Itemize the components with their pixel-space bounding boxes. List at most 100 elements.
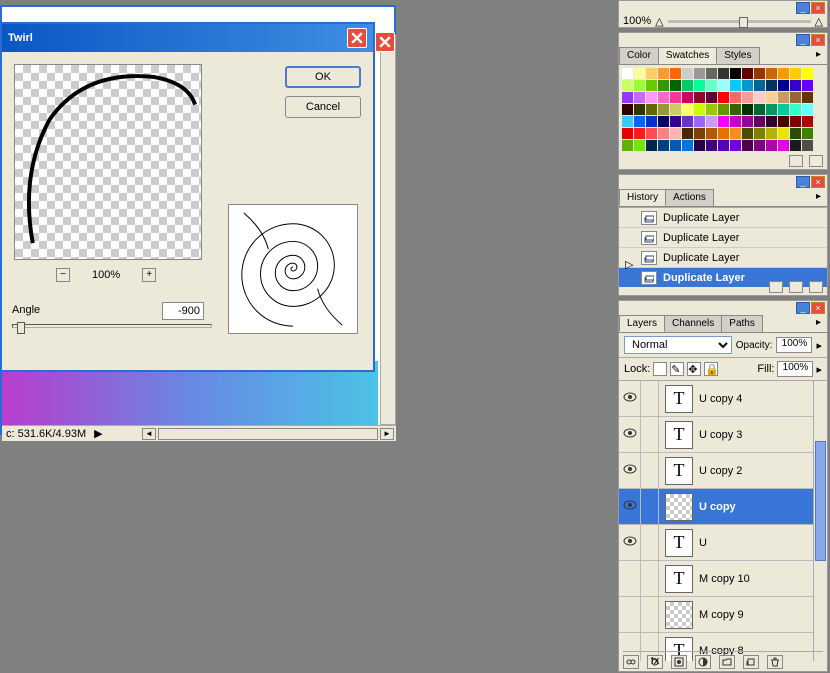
swatch[interactable] [694, 92, 705, 103]
fill-arrow-icon[interactable]: ▸ [816, 363, 822, 376]
swatch[interactable] [718, 128, 729, 139]
swatch[interactable] [730, 80, 741, 91]
swatch[interactable] [802, 128, 813, 139]
swatch[interactable] [754, 140, 765, 151]
zoom-out-button[interactable]: − [56, 268, 70, 282]
swatch[interactable] [658, 140, 669, 151]
swatch[interactable] [670, 92, 681, 103]
swatch[interactable] [730, 116, 741, 127]
swatch[interactable] [730, 104, 741, 115]
swatch[interactable] [634, 116, 645, 127]
swatch[interactable] [622, 68, 633, 79]
angle-input[interactable] [162, 302, 204, 320]
swatch[interactable] [754, 104, 765, 115]
swatch[interactable] [778, 140, 789, 151]
layer-item[interactable]: TU copy 3 [619, 417, 827, 453]
link-column[interactable] [641, 381, 659, 416]
swatch[interactable] [766, 116, 777, 127]
swatch[interactable] [646, 92, 657, 103]
swatch[interactable] [766, 68, 777, 79]
new-document-button[interactable] [789, 281, 803, 293]
link-column[interactable] [641, 417, 659, 452]
swatch[interactable] [694, 80, 705, 91]
scroll-track[interactable] [158, 428, 378, 440]
swatch[interactable] [634, 80, 645, 91]
lock-position-button[interactable]: ✥ [687, 362, 701, 376]
swatch[interactable] [706, 80, 717, 91]
layer-item[interactable]: M copy 9 [619, 597, 827, 633]
swatch[interactable] [802, 68, 813, 79]
tab-history[interactable]: History [619, 189, 666, 206]
blend-mode-select[interactable]: Normal [624, 336, 732, 354]
dialog-close-button[interactable] [347, 28, 367, 48]
swatch[interactable] [778, 104, 789, 115]
swatch[interactable] [802, 140, 813, 151]
panel-minimize-button[interactable]: _ [796, 302, 810, 314]
swatch[interactable] [790, 80, 801, 91]
swatch[interactable] [790, 140, 801, 151]
new-snapshot-button[interactable] [769, 281, 783, 293]
visibility-toggle[interactable] [619, 381, 641, 416]
swatch[interactable] [706, 128, 717, 139]
swatch[interactable] [622, 92, 633, 103]
swatch[interactable] [742, 80, 753, 91]
opacity-input[interactable]: 100% [776, 337, 812, 353]
swatch[interactable] [730, 68, 741, 79]
panel-menu-icon[interactable]: ▸ [809, 189, 828, 206]
swatch[interactable] [622, 80, 633, 91]
swatch[interactable] [694, 128, 705, 139]
swatch[interactable] [718, 92, 729, 103]
link-layers-button[interactable] [623, 655, 639, 669]
fill-input[interactable]: 100% [777, 361, 813, 377]
swatch[interactable] [730, 140, 741, 151]
swatch[interactable] [634, 92, 645, 103]
swatch[interactable] [790, 128, 801, 139]
swatch[interactable] [754, 80, 765, 91]
swatch[interactable] [658, 116, 669, 127]
status-arrow-icon[interactable]: ▶ [94, 427, 102, 440]
swatch[interactable] [754, 68, 765, 79]
swatch[interactable] [646, 140, 657, 151]
panel-menu-icon[interactable]: ▸ [809, 47, 828, 64]
nav-zoom-in-icon[interactable]: △ [815, 15, 823, 28]
swatch[interactable] [718, 140, 729, 151]
swatch[interactable] [658, 104, 669, 115]
scroll-right-button[interactable]: ► [380, 428, 394, 440]
history-item[interactable]: Duplicate Layer [619, 248, 827, 268]
zoom-in-button[interactable]: + [142, 268, 156, 282]
visibility-toggle[interactable] [619, 417, 641, 452]
history-item[interactable]: Duplicate Layer [619, 208, 827, 228]
swatch[interactable] [706, 68, 717, 79]
nav-zoom-out-icon[interactable]: △ [655, 15, 663, 28]
swatch[interactable] [682, 116, 693, 127]
swatch[interactable] [778, 68, 789, 79]
effect-preview[interactable] [14, 64, 202, 260]
swatch[interactable] [694, 140, 705, 151]
swatch[interactable] [694, 68, 705, 79]
swatch[interactable] [754, 128, 765, 139]
swatch[interactable] [682, 92, 693, 103]
swatch[interactable] [790, 116, 801, 127]
swatch[interactable] [706, 116, 717, 127]
tab-swatches[interactable]: Swatches [658, 47, 717, 64]
angle-slider[interactable] [12, 324, 212, 328]
cancel-button[interactable]: Cancel [285, 96, 361, 118]
swatch[interactable] [706, 140, 717, 151]
swatch[interactable] [742, 128, 753, 139]
document-close-button[interactable] [375, 32, 395, 52]
swatch[interactable] [706, 104, 717, 115]
swatch[interactable] [802, 104, 813, 115]
swatch[interactable] [778, 80, 789, 91]
layers-scrollbar[interactable] [813, 381, 827, 661]
opacity-arrow-icon[interactable]: ▸ [816, 339, 822, 352]
delete-state-button[interactable] [809, 281, 823, 293]
swatch[interactable] [742, 116, 753, 127]
link-column[interactable] [641, 489, 659, 524]
swatch[interactable] [646, 116, 657, 127]
scrollbar-thumb[interactable] [815, 441, 826, 561]
link-column[interactable] [641, 525, 659, 560]
swatch[interactable] [790, 104, 801, 115]
swatch[interactable] [754, 116, 765, 127]
swatch[interactable] [682, 128, 693, 139]
swatch[interactable] [742, 68, 753, 79]
